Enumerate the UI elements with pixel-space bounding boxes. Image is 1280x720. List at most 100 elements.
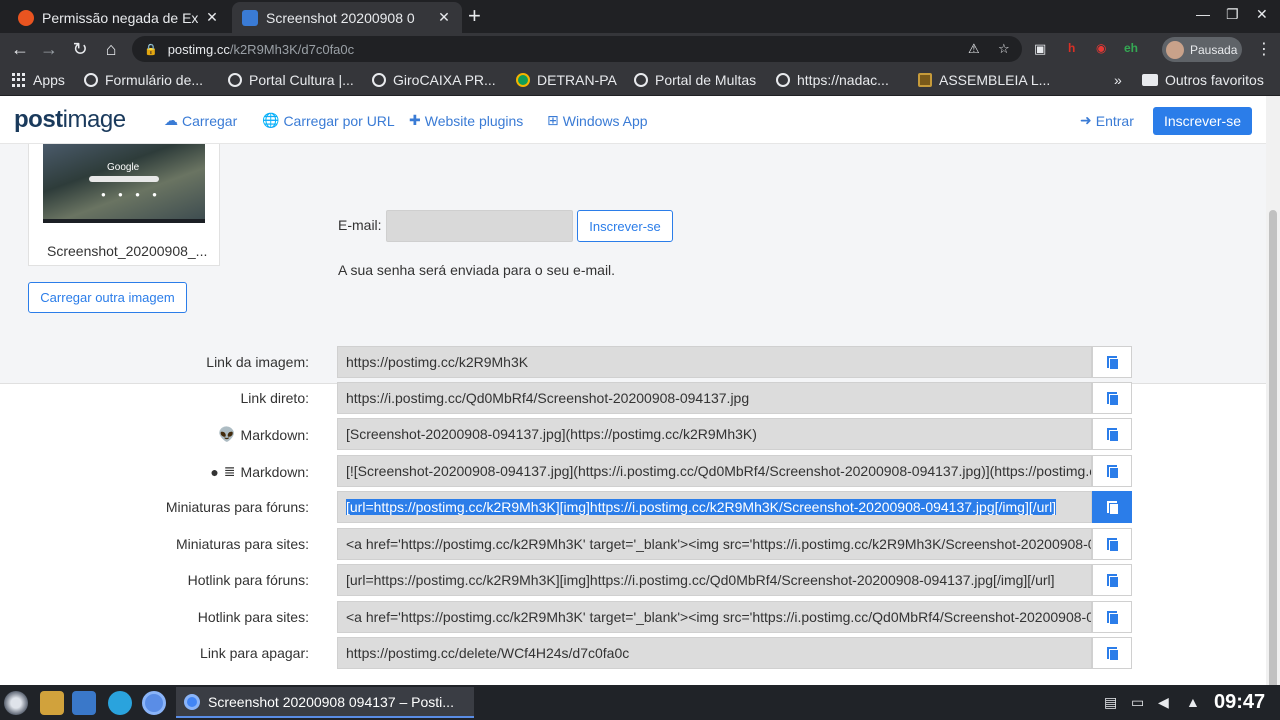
bookmark-girocaixa[interactable]: GiroCAIXA PR...: [372, 72, 496, 88]
link-field[interactable]: https://postimg.cc/k2R9Mh3K: [337, 346, 1092, 378]
telegram-icon[interactable]: [108, 691, 132, 715]
link-label: Link da imagem:: [206, 354, 309, 370]
link-field-selected[interactable]: [url=https://postimg.cc/k2R9Mh3K][img]ht…: [337, 491, 1092, 523]
new-tab-button[interactable]: +: [468, 5, 481, 27]
copy-icon: [1106, 573, 1118, 587]
nav-upload[interactable]: ☁ Carregar: [164, 112, 237, 129]
tab-screenshot[interactable]: Screenshot 20200908 0 ✕: [232, 2, 462, 33]
tray-expand-icon[interactable]: ▲: [1186, 694, 1200, 710]
github-icon: ●: [210, 463, 219, 480]
tab-close-icon[interactable]: ✕: [436, 9, 452, 26]
nav-plugins[interactable]: ✚ Website plugins: [409, 112, 523, 129]
extension-eh-icon[interactable]: eh: [1124, 41, 1138, 55]
reload-icon[interactable]: ↻: [69, 38, 91, 60]
nav-login[interactable]: ➜ Entrar: [1080, 112, 1134, 129]
clock[interactable]: 09:47: [1214, 691, 1265, 714]
copy-button[interactable]: [1092, 418, 1132, 450]
copy-button[interactable]: [1092, 564, 1132, 596]
link-field[interactable]: https://postimg.cc/delete/WCf4H24s/d7c0f…: [337, 637, 1092, 669]
profile-button[interactable]: Pausada: [1162, 37, 1242, 62]
copy-button[interactable]: [1092, 601, 1132, 633]
thumbnail-image[interactable]: Google ● ● ● ●: [43, 144, 205, 223]
maximize-button[interactable]: ❐: [1226, 6, 1239, 23]
email-input[interactable]: [386, 210, 573, 242]
bookmark-assembleia[interactable]: ASSEMBLEIA L...: [918, 72, 1050, 88]
bookmark-label: Portal Cultura |...: [249, 72, 354, 88]
bookmark-portal-multas[interactable]: Portal de Multas: [634, 72, 756, 88]
scrollbar-thumb[interactable]: [1269, 210, 1277, 690]
bookmark-detran[interactable]: DETRAN-PA: [516, 72, 617, 88]
bookmark-formulario[interactable]: Formulário de...: [84, 72, 203, 88]
upload-another-button[interactable]: Carregar outra imagem: [28, 282, 187, 313]
windows-icon: ⊞: [547, 112, 559, 128]
tab-close-icon[interactable]: ✕: [204, 9, 220, 26]
nav-label: Entrar: [1095, 112, 1134, 129]
extension-window-icon[interactable]: ▣: [1034, 41, 1046, 57]
copy-button[interactable]: [1092, 528, 1132, 560]
bookmark-star-icon[interactable]: ☆: [998, 41, 1010, 57]
copy-icon: [1106, 355, 1118, 369]
copy-button[interactable]: [1092, 455, 1132, 487]
bookmark-apps[interactable]: Apps: [12, 72, 65, 88]
copy-icon: [1106, 610, 1118, 624]
ublock-icon[interactable]: ◉: [1096, 41, 1106, 55]
volume-icon[interactable]: ◀: [1158, 694, 1169, 711]
bookmark-label: DETRAN-PA: [537, 72, 617, 88]
copy-button[interactable]: [1092, 491, 1132, 523]
nav-label: Carregar por URL: [283, 112, 395, 129]
taskbar-active-window[interactable]: Screenshot 20200908 094137 – Posti...: [176, 687, 474, 718]
globe-icon: [776, 73, 790, 87]
page-scrollbar[interactable]: [1266, 96, 1280, 690]
link-field[interactable]: <a href='https://postimg.cc/k2R9Mh3K' ta…: [337, 601, 1092, 633]
reddit-icon: 👽: [218, 426, 236, 442]
address-bar[interactable]: 🔒 postimg.cc /k2R9Mh3K/d7c0fa0c: [132, 36, 1022, 62]
close-window-button[interactable]: ✕: [1256, 6, 1268, 23]
nav-label: Website plugins: [424, 112, 524, 129]
forward-arrow-icon[interactable]: →: [38, 38, 60, 60]
nav-windows-app[interactable]: ⊞ Windows App: [547, 112, 648, 129]
link-label: ● ≣ Markdown:: [210, 463, 309, 480]
bookmarks-overflow-button[interactable]: »: [1114, 72, 1122, 88]
avatar: [1166, 40, 1184, 59]
back-arrow-icon[interactable]: ←: [9, 38, 31, 60]
network-icon[interactable]: ▭: [1131, 694, 1144, 711]
browser-menu-icon[interactable]: ⋮: [1256, 39, 1272, 59]
blocked-content-icon[interactable]: ⚠: [968, 41, 980, 57]
start-menu-icon[interactable]: [4, 691, 28, 715]
email-label: E-mail:: [338, 217, 382, 233]
bookmark-other-favorites[interactable]: Outros favoritos: [1142, 72, 1264, 88]
uploaded-thumbnail-card[interactable]: Google ● ● ● ● Screenshot_20200908_...: [28, 144, 220, 266]
nav-upload-url[interactable]: 🌐 Carregar por URL: [262, 112, 395, 129]
link-field[interactable]: [![Screenshot-20200908-094137.jpg](https…: [337, 455, 1092, 487]
bookmark-portal-cultura[interactable]: Portal Cultura |...: [228, 72, 354, 88]
copy-icon: [1106, 464, 1118, 478]
link-field[interactable]: [Screenshot-20200908-094137.jpg](https:/…: [337, 418, 1092, 450]
calculator-icon[interactable]: [40, 691, 64, 715]
link-row-direct: Link direto: https://i.postimg.cc/Qd0MbR…: [0, 382, 1266, 414]
copy-button[interactable]: [1092, 382, 1132, 414]
bookmark-label: GiroCAIXA PR...: [393, 72, 496, 88]
apps-grid-icon: [12, 73, 26, 87]
copy-button[interactable]: [1092, 346, 1132, 378]
chromium-icon[interactable]: [142, 691, 166, 715]
postimage-logo[interactable]: postimage: [14, 106, 126, 134]
link-field[interactable]: [url=https://postimg.cc/k2R9Mh3K][img]ht…: [337, 564, 1092, 596]
link-row-markdown-reddit: 👽 Markdown: [Screenshot-20200908-094137.j…: [0, 418, 1266, 450]
signup-button[interactable]: Inscrever-se: [1153, 107, 1252, 135]
extension-h-icon[interactable]: h: [1068, 41, 1075, 55]
link-field[interactable]: <a href='https://postimg.cc/k2R9Mh3K' ta…: [337, 528, 1092, 560]
tab-permission-denied[interactable]: Permissão negada de Ext ✕: [8, 2, 230, 33]
clipboard-icon[interactable]: ▤: [1104, 694, 1117, 711]
bookmark-nadac[interactable]: https://nadac...: [776, 72, 889, 88]
file-manager-icon[interactable]: [72, 691, 96, 715]
link-row-markdown-github: ● ≣ Markdown: [![Screenshot-20200908-09413…: [0, 455, 1266, 487]
email-signup-button[interactable]: Inscrever-se: [577, 210, 673, 242]
minimize-button[interactable]: —: [1196, 6, 1210, 22]
copy-button[interactable]: [1092, 637, 1132, 669]
thumbnail-google-text: Google: [107, 162, 140, 173]
home-icon[interactable]: ⌂: [100, 38, 122, 60]
browser-tab-bar: Permissão negada de Ext ✕ Screenshot 202…: [0, 0, 1280, 33]
globe-icon: [634, 73, 648, 87]
link-label: Miniaturas para sites:: [175, 536, 309, 552]
link-field[interactable]: https://i.postimg.cc/Qd0MbRf4/Screenshot…: [337, 382, 1092, 414]
